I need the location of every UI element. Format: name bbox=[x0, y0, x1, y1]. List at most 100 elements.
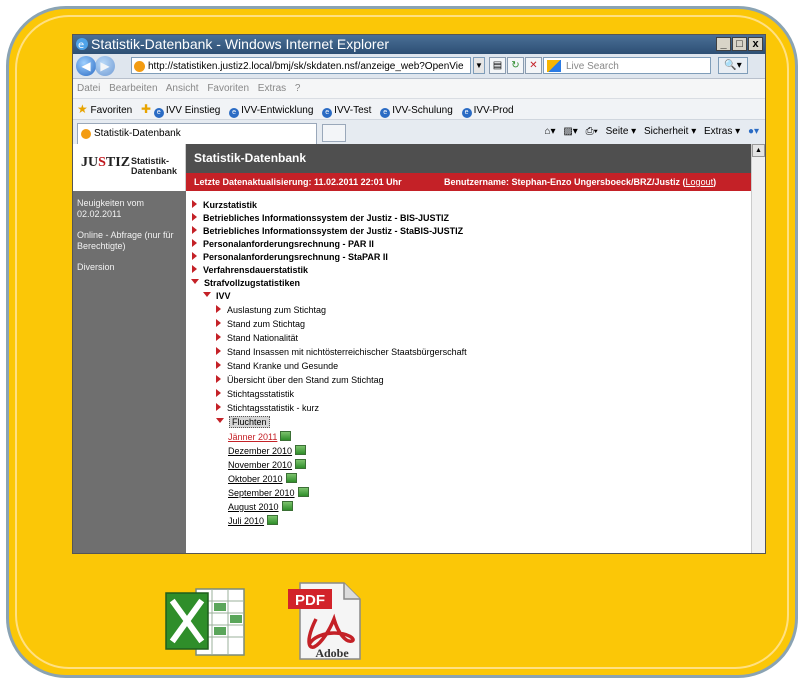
new-tab-button[interactable] bbox=[322, 124, 346, 142]
update-text: Letzte Datenaktualisierung: 11.02.2011 2… bbox=[194, 177, 402, 187]
search-input[interactable]: Live Search bbox=[543, 57, 711, 74]
collapsed-arrow-icon bbox=[192, 200, 197, 208]
back-arrow-icon[interactable]: ◀ bbox=[76, 56, 96, 76]
command-bar: ⌂▾ ▨▾ ⎙▾ Seite ▾ Sicherheit ▾ Extras ▾ ●… bbox=[540, 124, 759, 140]
tree-item[interactable]: Stand Insassen mit nichtösterreichischer… bbox=[216, 346, 467, 358]
collapsed-arrow-icon bbox=[192, 239, 197, 247]
print-icon[interactable]: ⎙▾ bbox=[586, 126, 598, 137]
status-bar: Letzte Datenaktualisierung: 11.02.2011 2… bbox=[186, 173, 753, 191]
fav-ivv-prod[interactable]: e IVV-Prod bbox=[461, 105, 514, 118]
tree-item[interactable]: Auslastung zum Stichtag bbox=[216, 304, 326, 316]
month-link[interactable]: August 2010 bbox=[228, 501, 293, 513]
forward-arrow-icon[interactable]: ▶ bbox=[95, 56, 115, 76]
tree-item-strafvollzug[interactable]: Strafvollzugstatistiken bbox=[191, 277, 300, 289]
sidebar-item-news[interactable]: Neuigkeiten vom 02.02.2011 bbox=[77, 198, 182, 220]
title-bar: e Statistik-Datenbank - Windows Internet… bbox=[73, 35, 765, 54]
tree-item[interactable]: Verfahrensdauerstatistik bbox=[192, 264, 308, 276]
excel-mini-icon[interactable] bbox=[295, 445, 307, 455]
collapsed-arrow-icon bbox=[216, 305, 221, 313]
menu-help[interactable]: ? bbox=[295, 83, 301, 94]
excel-mini-icon[interactable] bbox=[295, 459, 307, 469]
collapsed-arrow-icon bbox=[192, 226, 197, 234]
window-controls: _ □ x bbox=[716, 37, 763, 51]
page-content: JUSTIZ Statistik- Datenbank Statistik-Da… bbox=[73, 144, 753, 553]
excel-file-icon bbox=[165, 588, 245, 656]
ie-page-icon: e bbox=[461, 108, 472, 118]
tab-label: Statistik-Datenbank bbox=[94, 128, 181, 139]
month-link[interactable]: November 2010 bbox=[228, 459, 307, 471]
menu-seite[interactable]: Seite ▾ bbox=[606, 126, 637, 137]
live-search-icon bbox=[547, 60, 561, 72]
close-button[interactable]: x bbox=[748, 37, 763, 51]
ie-page-icon: e bbox=[229, 108, 240, 118]
menu-bearbeiten[interactable]: Bearbeiten bbox=[109, 83, 157, 94]
logo-subtitle: Statistik- Datenbank bbox=[131, 156, 178, 176]
fav-ivv-einstieg[interactable]: e IVV Einstieg bbox=[153, 105, 220, 118]
stop-icon[interactable]: ✕ bbox=[525, 57, 542, 74]
logout-link[interactable]: Logout bbox=[686, 177, 714, 187]
tree-item[interactable]: Kurzstatistik bbox=[192, 199, 257, 211]
scroll-up-icon[interactable]: ▲ bbox=[752, 144, 765, 157]
tree-item[interactable]: Betriebliches Informationssystem der Jus… bbox=[192, 212, 449, 224]
favorites-star-icon[interactable]: ★ bbox=[77, 102, 88, 116]
compat-view-icon[interactable]: ▤ bbox=[489, 57, 506, 74]
page-title: Statistik-Datenbank bbox=[186, 144, 753, 173]
tree-item-fluchten[interactable]: Fluchten bbox=[216, 416, 270, 428]
help-icon[interactable]: ●▾ bbox=[748, 126, 759, 137]
collapsed-arrow-icon bbox=[216, 375, 221, 383]
menu-datei[interactable]: Datei bbox=[77, 83, 100, 94]
collapsed-arrow-icon bbox=[216, 389, 221, 397]
fav-ivv-schulung[interactable]: e IVV-Schulung bbox=[380, 105, 453, 118]
address-dropdown-icon[interactable]: ▼ bbox=[473, 57, 485, 74]
adobe-label: Adobe bbox=[315, 646, 349, 660]
month-link[interactable]: Oktober 2010 bbox=[228, 473, 297, 485]
home-icon[interactable]: ⌂▾ bbox=[545, 126, 556, 137]
menu-favoriten[interactable]: Favoriten bbox=[207, 83, 249, 94]
search-button[interactable]: 🔍▾ bbox=[718, 57, 748, 74]
excel-mini-icon[interactable] bbox=[297, 487, 309, 497]
sidebar-item-diversion[interactable]: Diversion bbox=[77, 262, 182, 273]
excel-mini-icon[interactable] bbox=[267, 515, 279, 525]
fav-ivv-entwicklung[interactable]: e IVV-Entwicklung bbox=[229, 105, 313, 118]
address-input[interactable]: http://statistiken.justiz2.local/bmj/sk/… bbox=[131, 57, 471, 74]
tree-item[interactable]: Stichtagsstatistik - kurz bbox=[216, 402, 319, 414]
collapsed-arrow-icon bbox=[192, 265, 197, 273]
menu-ansicht[interactable]: Ansicht bbox=[166, 83, 199, 94]
menu-extras[interactable]: Extras bbox=[258, 83, 286, 94]
month-link[interactable]: Dezember 2010 bbox=[228, 445, 307, 457]
excel-mini-icon[interactable] bbox=[281, 501, 293, 511]
ie-page-icon: e bbox=[153, 108, 164, 118]
menu-extras-cmd[interactable]: Extras ▾ bbox=[704, 126, 740, 137]
tree-item[interactable]: Personalanforderungsrechnung - PAR II bbox=[192, 238, 374, 250]
collapsed-arrow-icon bbox=[216, 403, 221, 411]
svg-text:e: e bbox=[78, 40, 84, 51]
user-info: Benutzername: Stephan-Enzo Ungersboeck/B… bbox=[444, 177, 717, 187]
add-favorite-icon[interactable]: ✚ bbox=[141, 102, 151, 116]
minimize-button[interactable]: _ bbox=[716, 37, 731, 51]
favorites-button[interactable]: Favoriten bbox=[91, 105, 133, 116]
tree-item[interactable]: Stand Nationalität bbox=[216, 332, 298, 344]
maximize-button[interactable]: □ bbox=[732, 37, 747, 51]
tree-item[interactable]: Stand zum Stichtag bbox=[216, 318, 305, 330]
excel-mini-icon[interactable] bbox=[285, 473, 297, 483]
fav-ivv-test[interactable]: e IVV-Test bbox=[322, 105, 371, 118]
sidebar-item-online-abfrage[interactable]: Online - Abfrage (nur für Berechtigte) bbox=[77, 230, 182, 252]
vertical-scrollbar[interactable]: ▲ bbox=[751, 144, 765, 553]
refresh-icon[interactable]: ↻ bbox=[507, 57, 524, 74]
window-title: Statistik-Datenbank - Windows Internet E… bbox=[91, 36, 390, 52]
excel-mini-icon[interactable] bbox=[280, 431, 292, 441]
feeds-icon[interactable]: ▨▾ bbox=[563, 126, 577, 137]
tree-item[interactable]: Stichtagsstatistik bbox=[216, 388, 294, 400]
month-link[interactable]: Juli 2010 bbox=[228, 515, 279, 527]
menu-sicherheit[interactable]: Sicherheit ▾ bbox=[644, 126, 696, 137]
tree-item-ivv[interactable]: IVV bbox=[203, 290, 231, 302]
pdf-file-icon: PDF Adobe bbox=[288, 582, 361, 660]
tree-item[interactable]: Personalanforderungsrechnung - StaPAR II bbox=[192, 251, 388, 263]
month-link[interactable]: September 2010 bbox=[228, 487, 309, 499]
tree-item[interactable]: Betriebliches Informationssystem der Jus… bbox=[192, 225, 463, 237]
tab-statistik-datenbank[interactable]: Statistik-Datenbank bbox=[77, 123, 317, 144]
tree-item[interactable]: Stand Kranke und Gesunde bbox=[216, 360, 338, 372]
ie-page-icon: e bbox=[380, 108, 391, 118]
tree-item[interactable]: Übersicht über den Stand zum Stichtag bbox=[216, 374, 384, 386]
month-link[interactable]: Jänner 2011 bbox=[228, 431, 292, 443]
